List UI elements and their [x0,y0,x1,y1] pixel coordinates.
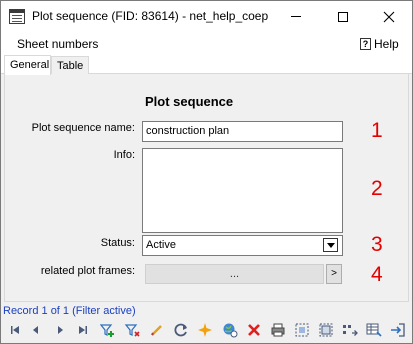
filter-icon [124,324,140,337]
chevron-down-icon [326,242,335,248]
close-button[interactable] [366,1,412,32]
new-icon [198,323,212,337]
related-plot-frames-open-button[interactable]: > [326,264,342,284]
minimize-icon [291,16,301,17]
menu-help-label: Help [374,37,399,51]
select-all-button[interactable] [317,321,335,339]
tab-table[interactable]: Table [51,56,89,75]
window-title: Plot sequence (FID: 83614) - net_help_co… [32,9,269,23]
maximize-icon [338,11,348,22]
status-label: Status: [100,237,135,249]
tab-general[interactable]: General [4,55,51,75]
add-filter-icon [100,324,114,337]
edit-icon [151,325,162,336]
exit-button[interactable] [389,321,407,339]
related-plot-frames-label: related plot frames: [40,265,135,277]
tab-strip: General Table [1,54,412,75]
next-record-button[interactable] [51,321,69,339]
add-filter-button[interactable] [99,321,117,339]
sequence-icon [343,325,358,336]
minimize-button[interactable] [273,1,319,32]
form-window-icon [9,9,25,24]
close-icon [383,11,395,22]
new-record-button[interactable] [196,321,214,339]
delete-button[interactable] [245,321,263,339]
title-bar: Plot sequence (FID: 83614) - net_help_co… [1,1,412,32]
record-status-text: Record 1 of 1 (Filter active) [3,305,136,317]
previous-record-icon [33,326,38,334]
annotation-number-2: 2 [371,177,383,200]
refresh-button[interactable] [172,321,190,339]
plot-sequence-name-field[interactable]: construction plan [142,121,343,142]
select-icon [295,323,309,337]
menu-help[interactable]: ? Help [360,37,399,51]
refresh-icon [174,323,187,337]
first-record-icon [11,326,19,334]
info-textarea[interactable] [142,148,343,233]
menu-bar: Sheet numbers ? Help [1,32,412,54]
filter-button[interactable] [123,321,141,339]
status-select[interactable]: Active [142,235,343,256]
select-all-icon [319,323,333,337]
related-plot-frames-button[interactable]: ... [145,264,324,284]
globe-button[interactable] [221,321,239,339]
table-view-button[interactable] [365,321,383,339]
form-heading: Plot sequence [145,94,234,109]
app-window: Plot sequence (FID: 83614) - net_help_co… [0,0,413,344]
edit-button[interactable] [148,321,166,339]
annotation-number-1: 1 [371,119,383,142]
annotation-number-3: 3 [371,233,383,256]
bottom-toolbar [1,318,412,343]
delete-icon [248,324,260,336]
last-record-button[interactable] [73,321,91,339]
last-record-icon [79,326,87,334]
select-button[interactable] [293,321,311,339]
next-record-icon [58,326,63,334]
globe-icon [223,323,238,338]
first-record-button[interactable] [7,321,25,339]
help-icon: ? [360,38,371,50]
print-icon [271,323,285,337]
menu-sheet-numbers[interactable]: Sheet numbers [17,37,98,51]
plot-sequence-name-label: Plot sequence name: [31,122,135,134]
info-label: Info: [113,149,135,161]
print-button[interactable] [269,321,287,339]
previous-record-button[interactable] [27,321,45,339]
status-dropdown-button[interactable] [323,238,338,252]
maximize-button[interactable] [320,1,366,32]
exit-icon [391,323,405,337]
annotation-number-4: 4 [371,263,383,286]
sequence-button[interactable] [341,321,359,339]
table-icon [366,323,382,337]
